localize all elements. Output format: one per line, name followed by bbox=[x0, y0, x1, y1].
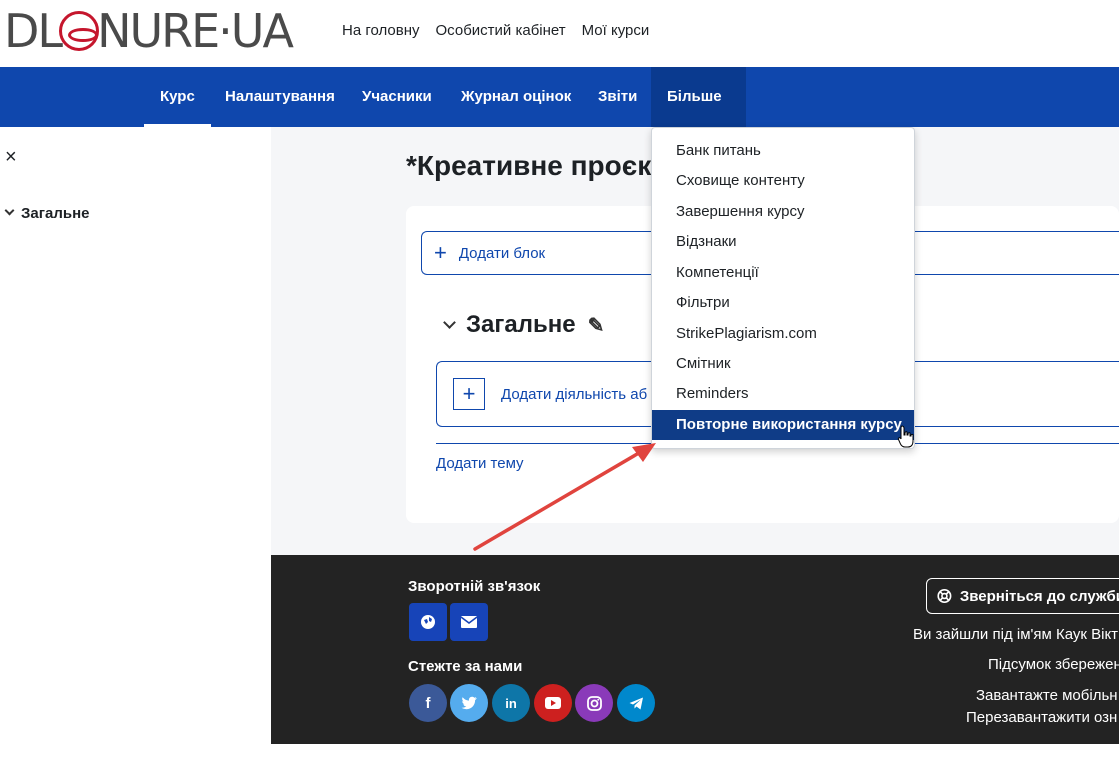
menu-item-reminders[interactable]: Reminders bbox=[652, 379, 914, 409]
menu-item-competencies[interactable]: Компетенції bbox=[652, 258, 914, 288]
menu-item-course-completion[interactable]: Завершення курсу bbox=[652, 197, 914, 227]
telegram-icon[interactable] bbox=[617, 684, 655, 722]
follow-title: Стежте за нами bbox=[408, 658, 523, 675]
nav-home-link[interactable]: На головну bbox=[342, 22, 420, 39]
contact-support-button[interactable]: Зверніться до служби bbox=[926, 578, 1119, 614]
menu-item-course-reuse[interactable]: Повторне використання курсу bbox=[652, 410, 914, 440]
menu-item-strikeplagiarism[interactable]: StrikePlagiarism.com bbox=[652, 319, 914, 349]
lifebuoy-icon bbox=[937, 588, 952, 604]
page-title: *Креативне проєк bbox=[406, 150, 652, 181]
menu-item-recycle-bin[interactable]: Смітник bbox=[652, 349, 914, 379]
tab-participants[interactable]: Учасники bbox=[362, 67, 432, 127]
menu-item-question-bank[interactable]: Банк питань bbox=[652, 136, 914, 166]
youtube-icon[interactable] bbox=[534, 684, 572, 722]
chevron-down-icon bbox=[4, 205, 15, 216]
facebook-icon[interactable]: f bbox=[409, 684, 447, 722]
linkedin-icon[interactable]: in bbox=[492, 684, 530, 722]
tab-reports[interactable]: Звіти bbox=[598, 67, 637, 127]
tab-more-label: Більше bbox=[667, 88, 722, 105]
tab-course[interactable]: Курс bbox=[144, 67, 211, 127]
instagram-icon[interactable] bbox=[575, 684, 613, 722]
top-navigation: На головну Особистий кабінет Мої курси bbox=[342, 22, 649, 39]
section-header: Загальне ✎ bbox=[443, 311, 605, 339]
collapse-chevron-icon[interactable] bbox=[443, 315, 456, 329]
add-activity-label: Додати діяльність аб bbox=[501, 385, 648, 403]
envelope-icon[interactable] bbox=[450, 603, 488, 641]
site-logo[interactable]: DL NURE·UA bbox=[4, 4, 294, 58]
page-bottom bbox=[0, 744, 1119, 757]
mobile-app-link[interactable]: Завантажте мобільн bbox=[976, 687, 1118, 704]
data-retention-link[interactable]: Підсумок збережен bbox=[988, 656, 1119, 673]
tab-settings[interactable]: Налаштування bbox=[225, 67, 335, 127]
plus-icon: + bbox=[453, 378, 485, 410]
tab-gradebook[interactable]: Журнал оцінок bbox=[461, 67, 571, 127]
globe-icon[interactable] bbox=[409, 603, 447, 641]
feedback-title: Зворотній зв'язок bbox=[408, 578, 541, 595]
section-title: Загальне bbox=[466, 311, 576, 338]
more-dropdown-menu: Банк питань Сховище контенту Завершення … bbox=[651, 127, 915, 449]
course-index-section-label: Загальне bbox=[21, 205, 90, 222]
logo-ring-icon bbox=[59, 11, 100, 51]
add-topic-link[interactable]: Додати тему bbox=[436, 455, 524, 472]
menu-item-filters[interactable]: Фільтри bbox=[652, 288, 914, 318]
logo-text-right: NURE·UA bbox=[97, 4, 294, 58]
plus-icon: + bbox=[434, 240, 447, 265]
logged-in-info[interactable]: Ви зайшли під ім'ям Каук Вікт bbox=[913, 626, 1118, 643]
top-bar: DL NURE·UA На головну Особистий кабінет М… bbox=[0, 0, 1119, 67]
logo-text-left: DL bbox=[4, 4, 63, 58]
nav-dashboard-link[interactable]: Особистий кабінет bbox=[436, 22, 566, 39]
add-block-label: Додати блок bbox=[458, 244, 546, 262]
close-drawer-icon[interactable]: × bbox=[5, 146, 17, 169]
menu-item-content-bank[interactable]: Сховище контенту bbox=[652, 166, 914, 196]
contact-support-label: Зверніться до служби bbox=[959, 587, 1119, 605]
reset-tour-link[interactable]: Перезавантажити озн bbox=[966, 709, 1117, 726]
twitter-icon[interactable] bbox=[450, 684, 488, 722]
edit-pencil-icon[interactable]: ✎ bbox=[588, 313, 605, 338]
course-index-section[interactable]: Загальне bbox=[4, 205, 90, 222]
tab-more[interactable]: Більше bbox=[651, 67, 746, 160]
menu-item-badges[interactable]: Відзнаки bbox=[652, 227, 914, 257]
course-secondary-navigation: Курс Налаштування Учасники Журнал оцінок… bbox=[0, 67, 1119, 160]
nav-my-courses-link[interactable]: Мої курси bbox=[582, 22, 650, 39]
